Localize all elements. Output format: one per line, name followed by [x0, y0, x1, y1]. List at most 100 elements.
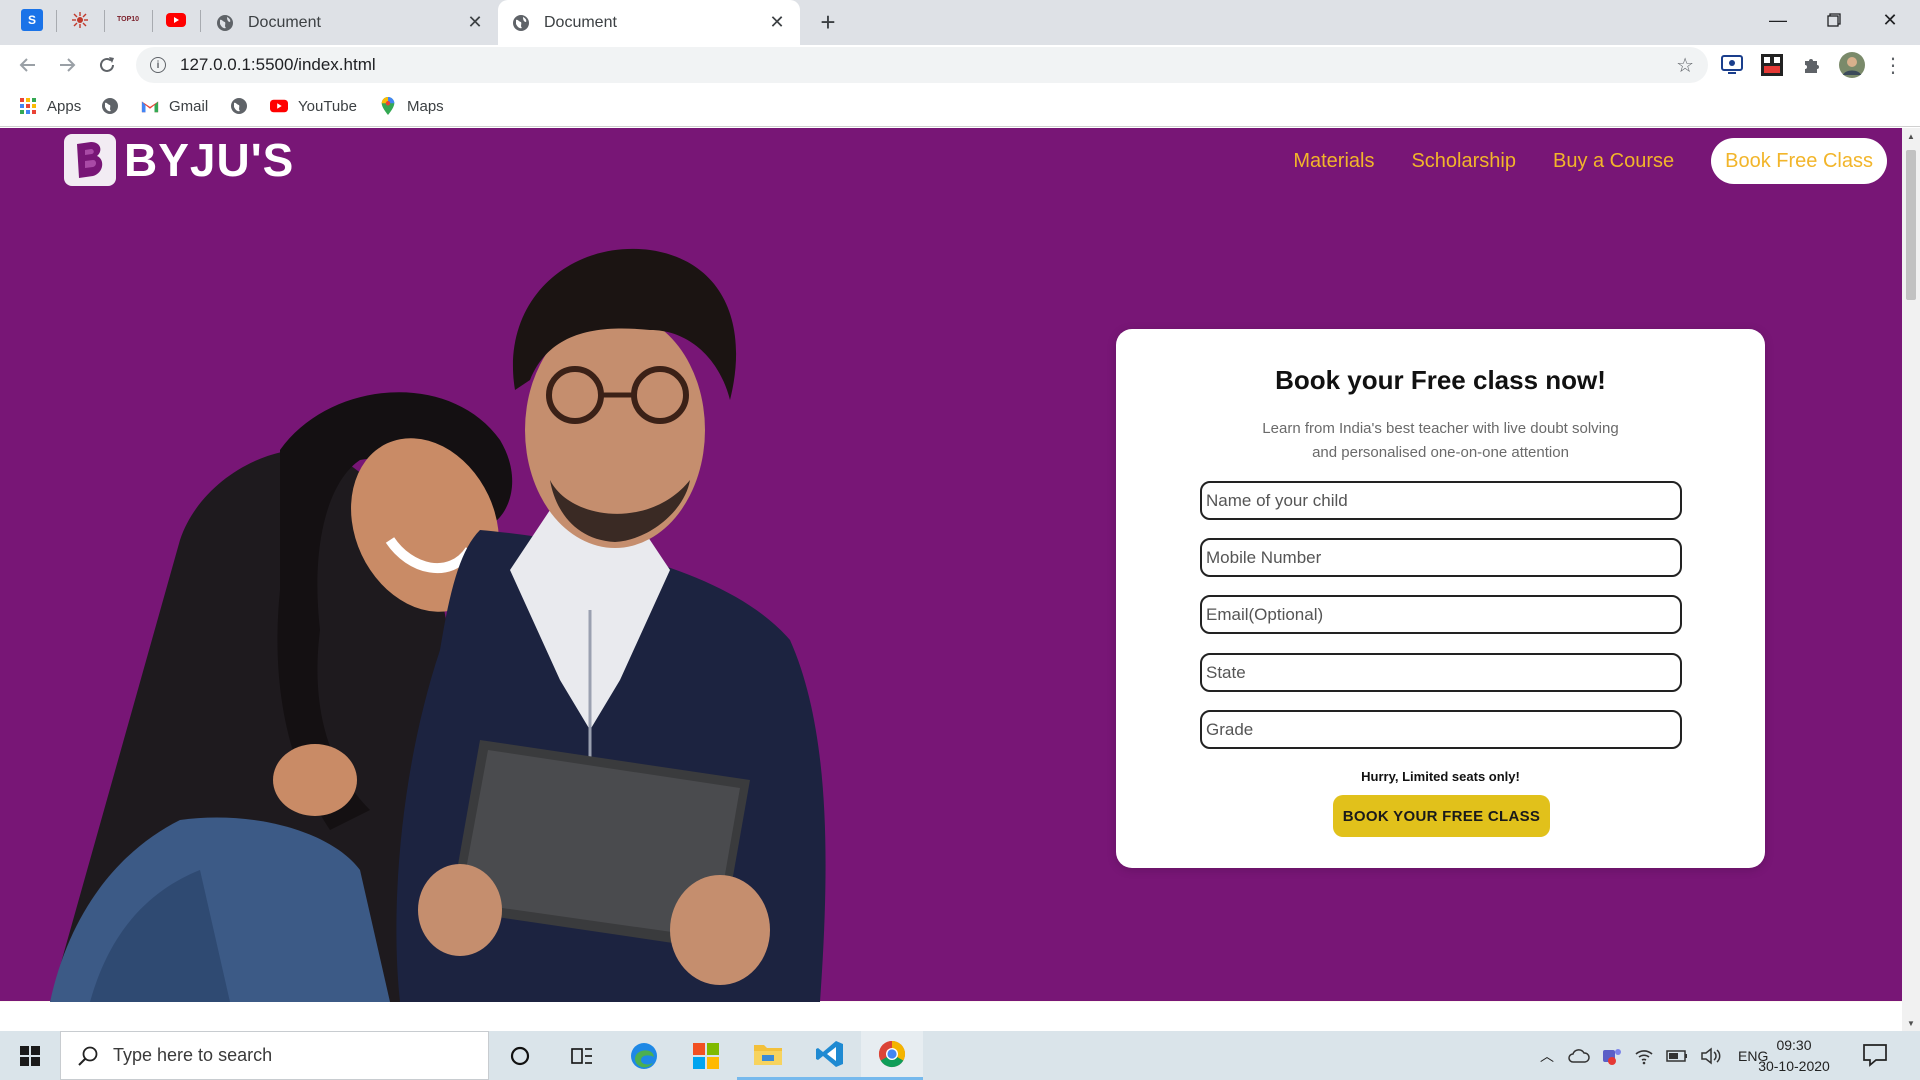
scroll-down-icon[interactable]: ▼	[1902, 1015, 1920, 1031]
close-icon[interactable]: ✕	[766, 12, 788, 34]
profile-avatar[interactable]	[1838, 51, 1866, 79]
windows-taskbar: Type here to search ︿ ENG 09:30 30-10-20…	[0, 1031, 1920, 1080]
wifi-icon[interactable]	[1634, 1047, 1654, 1065]
bookmark-star-icon[interactable]: ☆	[1676, 53, 1694, 78]
qr-off-extension-icon[interactable]	[1758, 51, 1786, 79]
forward-button[interactable]	[51, 49, 83, 81]
book-free-class-button[interactable]: BOOK YOUR FREE CLASS	[1333, 795, 1550, 837]
minimize-button[interactable]: —	[1750, 0, 1806, 40]
bookmark-gmail[interactable]: Gmail	[141, 95, 208, 117]
hero-photo-father-daughter	[50, 248, 826, 1002]
address-bar[interactable]: i 127.0.0.1:5500/index.html ☆	[136, 47, 1708, 83]
pinned-tab-youtube[interactable]	[165, 9, 187, 31]
browser-tab-strip: S TOP10 Document ✕ Document ✕ + — ✕	[0, 0, 1920, 45]
site-nav: Materials Scholarship Buy a Course Book …	[1293, 138, 1887, 184]
youtube-icon	[166, 13, 186, 27]
browser-toolbar: i 127.0.0.1:5500/index.html ☆ ⋮	[0, 45, 1920, 85]
grade-input[interactable]	[1200, 710, 1682, 749]
nav-buy-course[interactable]: Buy a Course	[1553, 150, 1674, 173]
onedrive-cloud-icon[interactable]	[1568, 1048, 1590, 1064]
arrow-right-icon	[60, 58, 76, 72]
child-name-input[interactable]	[1200, 481, 1682, 520]
tab-title: Document	[248, 13, 321, 31]
top10-favicon-label: TOP10	[116, 16, 140, 23]
battery-icon[interactable]	[1666, 1049, 1688, 1063]
gmail-icon	[141, 101, 159, 113]
taskbar-edge[interactable]	[613, 1031, 675, 1080]
maps-pin-icon	[381, 97, 395, 115]
tab-separator	[152, 10, 153, 32]
mobile-number-input[interactable]	[1200, 538, 1682, 577]
browser-menu-icon[interactable]: ⋮	[1879, 51, 1907, 79]
pinned-tab-s-label: S	[27, 13, 36, 27]
close-icon[interactable]: ✕	[464, 12, 486, 34]
globe-icon	[217, 14, 233, 31]
notification-center-icon[interactable]	[1862, 1043, 1888, 1067]
address-url: 127.0.0.1:5500/index.html	[180, 55, 376, 74]
show-hidden-icons-chevron-icon[interactable]: ︿	[1540, 1046, 1554, 1066]
back-button[interactable]	[12, 49, 44, 81]
taskbar-search-box[interactable]: Type here to search	[60, 1031, 489, 1080]
clock-date: 30-10-2020	[1758, 1058, 1830, 1074]
scroll-thumb[interactable]	[1906, 150, 1916, 300]
task-view-icon	[571, 1047, 592, 1064]
page-scrollbar[interactable]: ▲ ▼	[1902, 128, 1920, 1031]
tab-document-2[interactable]: Document ✕	[498, 0, 800, 45]
reload-button[interactable]	[91, 49, 123, 81]
tab-title: Document	[544, 13, 617, 31]
form-subtitle: Learn from India's best teacher with liv…	[1116, 417, 1765, 465]
start-button[interactable]	[0, 1031, 60, 1080]
screen-cast-extension-icon[interactable]	[1718, 51, 1746, 79]
bookmark-apps[interactable]: Apps	[19, 95, 81, 117]
close-window-button[interactable]: ✕	[1862, 0, 1918, 40]
site-info-icon[interactable]: i	[150, 57, 166, 73]
bookmark-youtube[interactable]: YouTube	[270, 95, 357, 117]
email-input[interactable]	[1200, 595, 1682, 634]
logo-text: BYJU'S	[124, 134, 295, 186]
teams-icon[interactable]	[1602, 1047, 1622, 1065]
byjus-logo[interactable]: BYJU'S	[64, 134, 294, 186]
limited-seats-note: Hurry, Limited seats only!	[1361, 769, 1520, 784]
tab-document-1[interactable]: Document ✕	[202, 0, 498, 45]
task-view-button[interactable]	[551, 1031, 613, 1080]
hero-section: BYJU'S Materials Scholarship Buy a Cours…	[0, 128, 1902, 1002]
search-icon	[78, 1046, 98, 1066]
page-viewport: BYJU'S Materials Scholarship Buy a Cours…	[0, 128, 1902, 1002]
form-subtitle-line-1: Learn from India's best teacher with liv…	[1262, 420, 1619, 437]
bookmark-label: Gmail	[169, 97, 209, 115]
bookmark-label: Maps	[407, 97, 444, 115]
scroll-up-icon[interactable]: ▲	[1902, 128, 1920, 144]
bookmark-maps[interactable]: Maps	[379, 95, 444, 117]
microsoft-store-icon	[693, 1042, 719, 1069]
new-tab-button[interactable]: +	[814, 7, 842, 37]
taskbar-vscode[interactable]	[799, 1031, 861, 1080]
pinned-tab-s[interactable]: S	[21, 9, 43, 31]
volume-icon[interactable]	[1700, 1046, 1722, 1065]
taskbar-chrome[interactable]	[861, 1031, 923, 1080]
puzzle-extensions-icon[interactable]	[1798, 51, 1826, 79]
bookmark-globe-2[interactable]	[230, 95, 258, 117]
system-tray: ︿ ENG	[1540, 1031, 1768, 1080]
cortana-button[interactable]	[489, 1031, 551, 1080]
pinned-tab-top10[interactable]: TOP10	[117, 9, 139, 31]
tab-separator	[104, 10, 105, 32]
state-input[interactable]	[1200, 653, 1682, 692]
form-title: Book your Free class now!	[1275, 365, 1606, 395]
cortana-circle-icon	[510, 1046, 530, 1065]
restore-icon	[1827, 13, 1841, 27]
youtube-icon	[270, 99, 288, 113]
globe-icon	[513, 14, 529, 31]
taskbar-clock[interactable]: 09:30 30-10-2020	[1757, 1035, 1831, 1077]
logo-badge-icon	[64, 134, 116, 186]
nav-materials[interactable]: Materials	[1293, 150, 1374, 173]
taskbar-file-explorer[interactable]	[737, 1031, 799, 1080]
windows-logo-icon	[20, 1045, 40, 1066]
nav-scholarship[interactable]: Scholarship	[1411, 150, 1516, 173]
edge-icon	[631, 1042, 657, 1069]
restore-button[interactable]	[1806, 0, 1862, 40]
taskbar-store[interactable]	[675, 1031, 737, 1080]
bookmark-label: YouTube	[298, 97, 357, 115]
pinned-tab-spark[interactable]	[69, 9, 91, 31]
nav-book-free-class[interactable]: Book Free Class	[1711, 138, 1887, 184]
bookmark-globe-1[interactable]	[101, 95, 129, 117]
